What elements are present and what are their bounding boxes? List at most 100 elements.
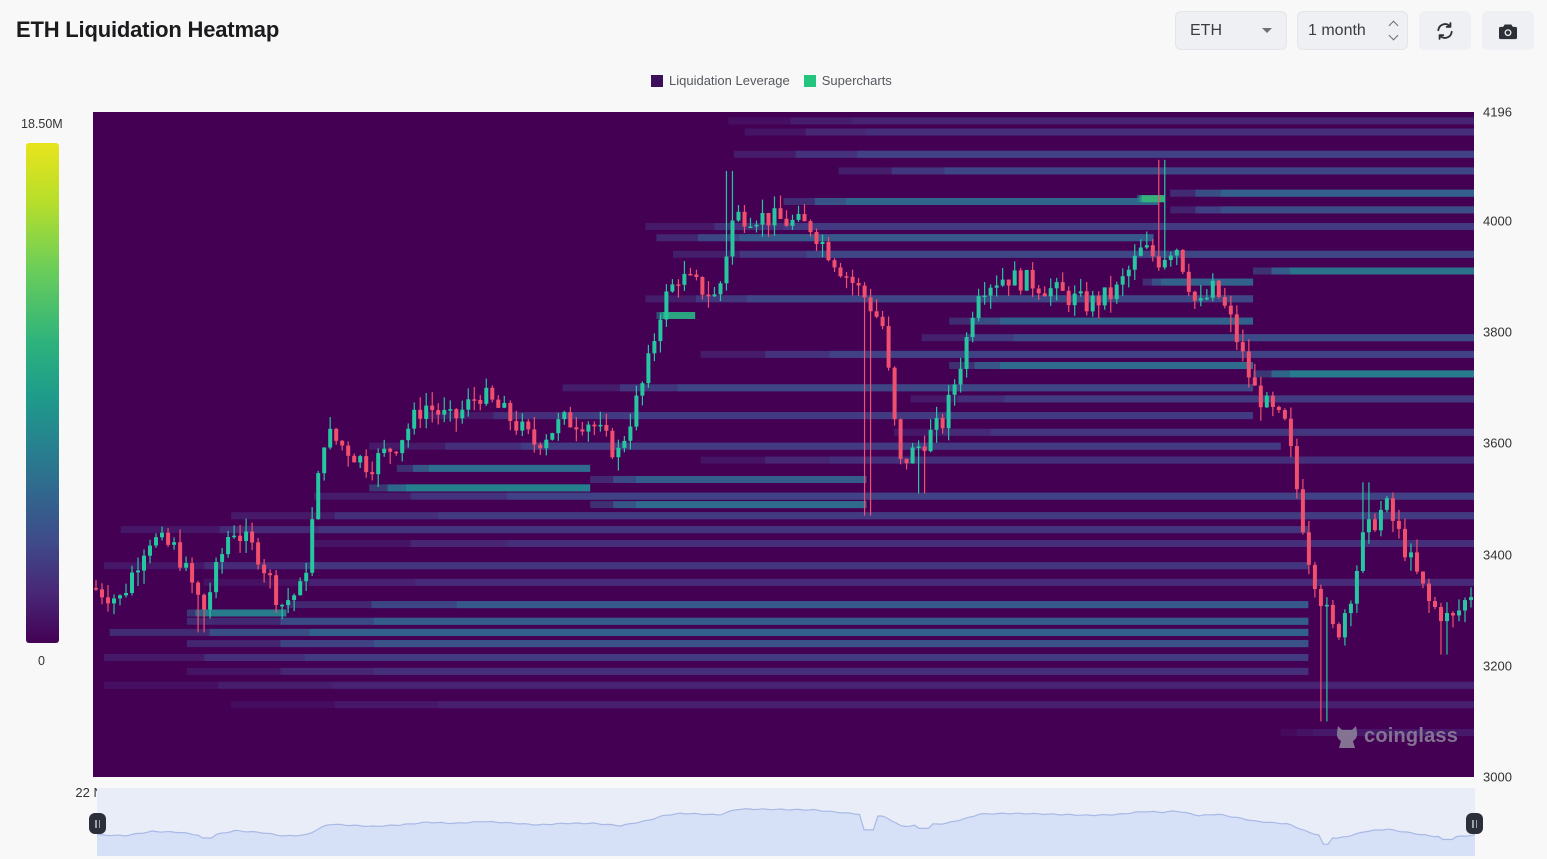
navigator-handle-right[interactable] bbox=[1466, 813, 1483, 834]
liquidation-band bbox=[373, 640, 1309, 648]
candle-down bbox=[940, 417, 945, 429]
candle-up bbox=[550, 433, 555, 440]
candle-up bbox=[556, 419, 561, 434]
candle-up bbox=[964, 337, 969, 369]
candle-down bbox=[784, 218, 789, 226]
refresh-button[interactable] bbox=[1419, 11, 1471, 50]
candle-up bbox=[1174, 250, 1179, 256]
colorbar bbox=[26, 143, 59, 643]
candle-down bbox=[898, 419, 903, 459]
candle-up bbox=[184, 563, 189, 568]
candle-down bbox=[1192, 291, 1197, 301]
candle-down bbox=[1240, 342, 1245, 352]
y-tick-label: 4000 bbox=[1483, 213, 1512, 229]
candle-up bbox=[382, 448, 387, 453]
candle-up bbox=[970, 317, 975, 337]
candle-up bbox=[796, 214, 801, 220]
liquidation-band bbox=[309, 628, 1309, 636]
candle-up bbox=[664, 291, 669, 320]
liquidation-band bbox=[1161, 278, 1254, 286]
candle-down bbox=[1312, 564, 1317, 589]
candle-down bbox=[1246, 351, 1251, 378]
candle-up bbox=[316, 473, 321, 520]
candle-down bbox=[334, 428, 339, 441]
sort-updown-icon bbox=[1388, 20, 1399, 41]
candle-down bbox=[166, 532, 171, 545]
liquidation-band bbox=[852, 117, 1474, 125]
candle-down bbox=[688, 273, 693, 276]
candle-up bbox=[130, 572, 134, 593]
liquidation-band bbox=[304, 654, 1309, 661]
candle-down bbox=[1018, 270, 1023, 291]
candle-up bbox=[208, 592, 213, 610]
liquidation-band bbox=[739, 234, 1154, 242]
candle-down bbox=[880, 316, 885, 327]
candle-up bbox=[622, 440, 627, 448]
candle-down bbox=[808, 221, 813, 233]
candle-down bbox=[1060, 282, 1065, 291]
candle-up bbox=[310, 519, 315, 573]
candle-down bbox=[742, 211, 747, 227]
candle-down bbox=[1372, 519, 1377, 531]
candle-up bbox=[658, 319, 663, 342]
candle-up bbox=[1126, 269, 1131, 277]
candle-down bbox=[676, 284, 681, 286]
colorbar-min-label: 0 bbox=[38, 654, 45, 668]
candle-down bbox=[886, 326, 891, 368]
candle-down bbox=[268, 573, 273, 576]
candle-down bbox=[766, 213, 771, 226]
candle-down bbox=[394, 451, 399, 454]
candle-down bbox=[832, 260, 837, 268]
candle-up bbox=[616, 447, 621, 458]
liquidation-band bbox=[857, 150, 1474, 158]
navigator-handle-left[interactable] bbox=[89, 813, 106, 834]
liquidation-band bbox=[406, 484, 591, 492]
liquidation-band bbox=[1220, 189, 1474, 197]
candle-down bbox=[580, 429, 585, 432]
candle-up bbox=[172, 542, 177, 545]
candle-up bbox=[1168, 255, 1173, 260]
candle-down bbox=[202, 594, 207, 610]
candle-up bbox=[628, 426, 633, 441]
navigator-area bbox=[97, 808, 1475, 856]
candle-up bbox=[754, 224, 759, 227]
candle-down bbox=[1030, 270, 1035, 289]
candle-down bbox=[454, 409, 459, 419]
candle-up bbox=[682, 273, 687, 285]
legend-item-supercharts[interactable]: Supercharts bbox=[803, 73, 892, 88]
liquidation-band bbox=[1141, 195, 1165, 203]
candle-down bbox=[370, 472, 375, 475]
candle-up bbox=[730, 220, 735, 257]
y-tick-label: 3000 bbox=[1483, 769, 1512, 785]
candle-up bbox=[976, 296, 981, 318]
candle-up bbox=[1384, 498, 1389, 510]
screenshot-button[interactable] bbox=[1482, 11, 1534, 50]
candle-down bbox=[1396, 520, 1401, 529]
candle-up bbox=[586, 424, 591, 432]
candle-down bbox=[196, 582, 201, 595]
candle-down bbox=[1042, 293, 1047, 297]
liquidation-band bbox=[318, 526, 1309, 534]
symbol-select[interactable]: ETH bbox=[1175, 11, 1287, 50]
candle-down bbox=[778, 208, 783, 219]
candle-up bbox=[718, 283, 723, 295]
candle-down bbox=[388, 448, 393, 452]
liquidation-band bbox=[746, 295, 1254, 303]
candle-up bbox=[136, 570, 140, 573]
candle-up bbox=[1342, 613, 1347, 638]
liquidation-band bbox=[846, 198, 1160, 205]
candle-up bbox=[1463, 600, 1467, 611]
heatmap-plot[interactable] bbox=[93, 112, 1474, 777]
liquidation-band bbox=[373, 667, 1309, 675]
time-navigator[interactable] bbox=[97, 788, 1475, 856]
candle-up bbox=[1048, 288, 1053, 297]
range-select[interactable]: 1 month bbox=[1297, 11, 1408, 50]
candle-up bbox=[1114, 284, 1119, 300]
legend-item-liquidation-leverage[interactable]: Liquidation Leverage bbox=[651, 73, 790, 88]
candle-up bbox=[946, 394, 951, 429]
liquidation-band bbox=[829, 350, 1474, 358]
legend-label: Liquidation Leverage bbox=[669, 73, 790, 88]
candle-up bbox=[1324, 604, 1329, 607]
candle-down bbox=[1252, 377, 1257, 386]
candle-down bbox=[1222, 297, 1227, 306]
